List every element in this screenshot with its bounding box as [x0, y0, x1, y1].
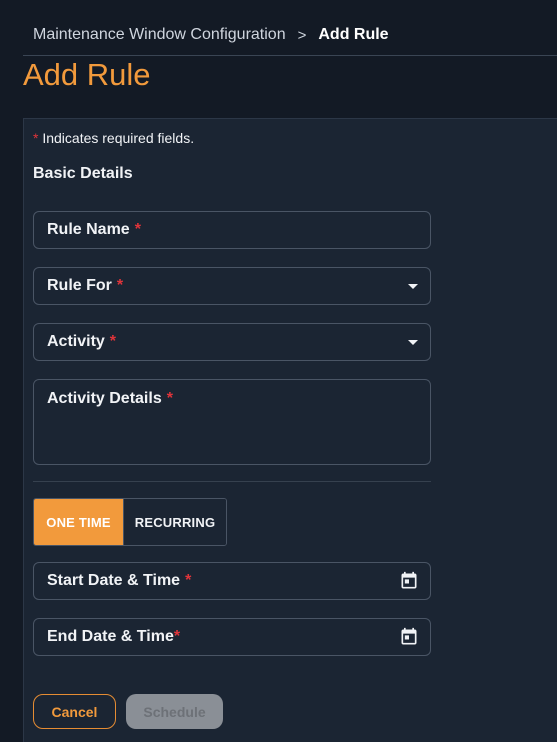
start-datetime-label: Start Date & Time — [47, 572, 181, 589]
required-star: * — [33, 130, 39, 146]
rule-for-select[interactable]: Rule For * — [33, 267, 431, 305]
section-title: Basic Details — [33, 165, 133, 182]
chevron-down-icon[interactable] — [408, 284, 418, 289]
rule-name-input[interactable]: Rule Name * — [33, 211, 431, 249]
one-time-toggle-button[interactable]: ONE TIME — [34, 499, 124, 545]
required-note-text: Indicates required fields. — [42, 130, 195, 146]
required-star: * — [116, 277, 124, 294]
cancel-button[interactable]: Cancel — [33, 694, 116, 729]
rule-name-label: Rule Name — [47, 221, 130, 238]
required-star: * — [134, 221, 141, 238]
activity-label: Activity — [47, 333, 105, 350]
schedule-button[interactable]: Schedule — [126, 694, 223, 729]
end-datetime-label: End Date & Time — [47, 628, 174, 645]
schedule-type-toggle: ONE TIME RECURRING — [33, 498, 227, 546]
header-divider — [23, 55, 557, 56]
activity-details-textarea[interactable]: Activity Details * — [33, 379, 431, 465]
breadcrumb-separator-icon: > — [297, 26, 307, 44]
end-datetime-input[interactable]: End Date & Time * — [33, 618, 431, 656]
required-fields-note: * Indicates required fields. — [33, 130, 194, 146]
recurring-toggle-button[interactable]: RECURRING — [124, 499, 226, 545]
section-divider — [33, 481, 431, 482]
required-star: * — [185, 572, 192, 589]
breadcrumb: Maintenance Window Configuration > Add R… — [33, 26, 389, 44]
breadcrumb-current: Add Rule — [318, 26, 389, 43]
start-datetime-input[interactable]: Start Date & Time * — [33, 562, 431, 600]
required-star: * — [166, 390, 173, 407]
rule-for-label: Rule For — [47, 277, 112, 294]
calendar-icon[interactable] — [399, 571, 419, 591]
activity-details-label: Activity Details — [47, 390, 162, 407]
breadcrumb-parent-link[interactable]: Maintenance Window Configuration — [33, 26, 286, 44]
add-rule-form: * Indicates required fields. Basic Detai… — [23, 118, 557, 742]
page-title: Add Rule — [23, 57, 151, 92]
chevron-down-icon[interactable] — [408, 340, 418, 345]
required-star: * — [109, 333, 117, 350]
required-star: * — [173, 628, 181, 645]
calendar-icon[interactable] — [399, 627, 419, 647]
activity-select[interactable]: Activity * — [33, 323, 431, 361]
